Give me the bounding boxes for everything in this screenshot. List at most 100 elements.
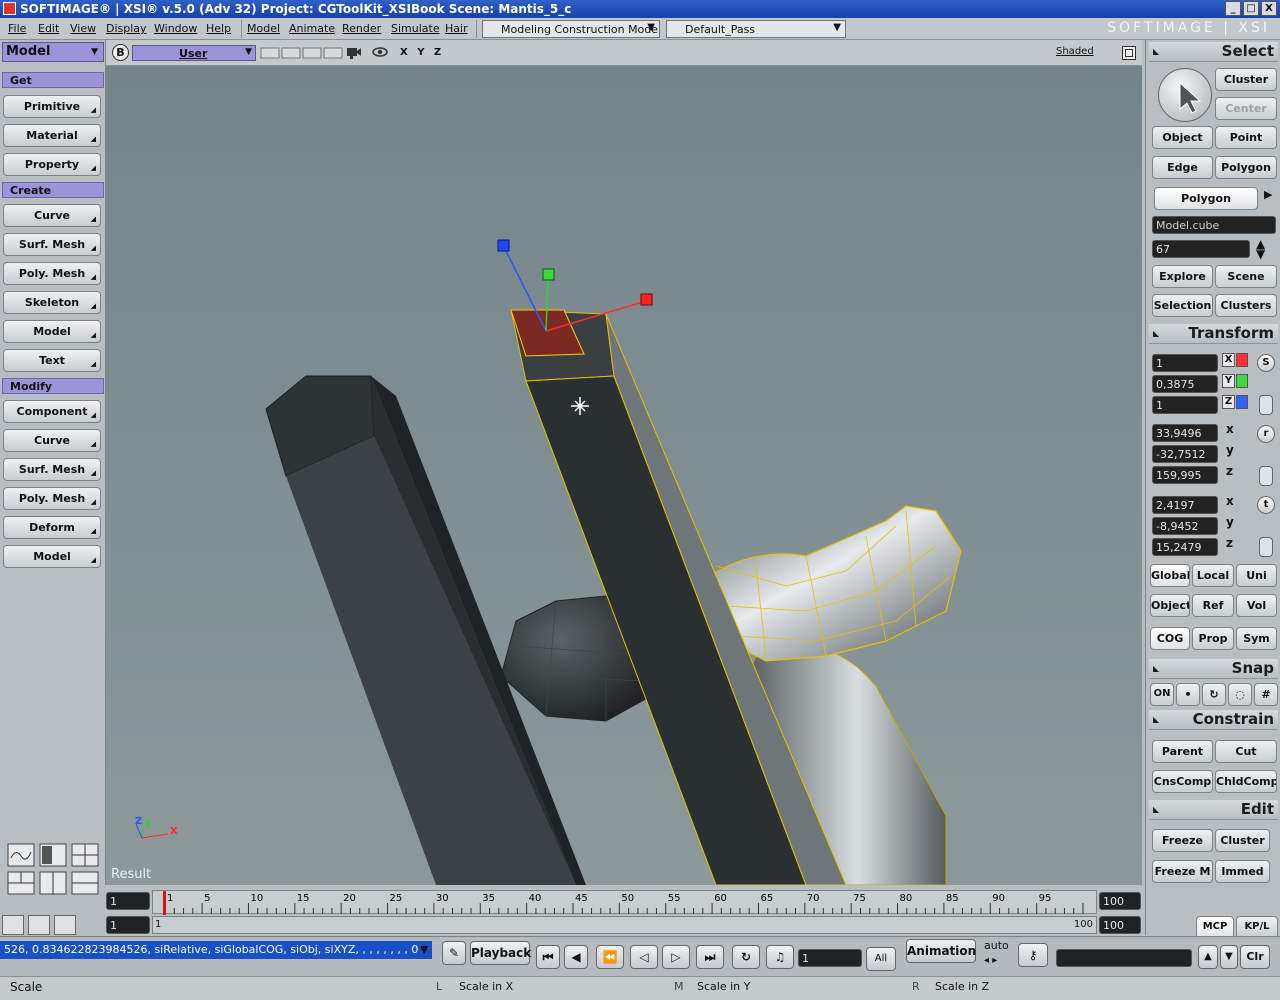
pass-dropdown[interactable]: Default_Pass ▼ — [666, 20, 846, 38]
selection-filter-button[interactable]: Polygon — [1154, 187, 1258, 210]
snap-header[interactable]: ◣ Snap — [1149, 659, 1278, 679]
3d-viewport[interactable]: Result Z Y X — [106, 66, 1142, 885]
prev-key-icon[interactable]: ◀ — [564, 945, 588, 969]
range-slider[interactable]: 1 100 — [152, 916, 1097, 934]
layers-icon[interactable] — [2, 915, 24, 935]
playhead-marker[interactable] — [163, 891, 166, 915]
clusters-button[interactable]: Clusters — [1215, 294, 1277, 317]
clear-button[interactable]: Clr — [1240, 945, 1270, 969]
timeline-end-field[interactable]: 100 — [1099, 892, 1141, 910]
key-lock-icon[interactable]: ⚷ — [1018, 943, 1048, 967]
menu-model[interactable]: Model — [247, 22, 280, 35]
snap-on-button[interactable]: ON — [1150, 683, 1174, 706]
translate-y-field[interactable]: -8,9452 — [1152, 517, 1218, 535]
menu-window[interactable]: Window — [154, 22, 197, 35]
scale-x-field[interactable]: 1 — [1152, 354, 1218, 372]
modify-component-button[interactable]: Component ◢ — [3, 400, 101, 423]
module-selector[interactable]: Model ▼ — [2, 42, 104, 62]
loop-icon[interactable]: ↻ — [732, 945, 760, 969]
immed-button[interactable]: Immed — [1215, 860, 1270, 883]
translate-mode-button[interactable]: t — [1257, 496, 1275, 514]
modify-header[interactable]: Modify — [2, 378, 104, 394]
menu-help[interactable]: Help — [206, 22, 231, 35]
modify-poly-mesh-button[interactable]: Poly. Mesh ◢ — [3, 487, 101, 510]
object-space-button[interactable]: Object — [1150, 594, 1190, 617]
scale-mode-button[interactable]: S — [1257, 354, 1275, 372]
menu-hair[interactable]: Hair — [445, 22, 468, 35]
shading-mode-dropdown[interactable]: Shaded — [1056, 46, 1094, 57]
transform-header[interactable]: ◣ Transform — [1149, 324, 1278, 344]
edit-header[interactable]: ◣ Edit — [1149, 800, 1278, 820]
rotate-mode-button[interactable]: r — [1257, 425, 1275, 443]
constrain-header[interactable]: ◣ Constrain — [1149, 710, 1278, 730]
first-frame-icon[interactable]: ⏮ — [536, 945, 560, 969]
property-button[interactable]: Property ◢ — [3, 153, 101, 176]
brush-tool-icon[interactable] — [28, 915, 50, 935]
timeline-current-field[interactable]: 1 — [106, 916, 150, 934]
snap-grid-icon[interactable]: # — [1254, 683, 1278, 706]
freeze-m-button[interactable]: Freeze M — [1152, 860, 1213, 883]
time-slider[interactable]: 1 5 10 15 20 25 30 35 40 45 50 55 60 65 70 75 80 85 90 95 — [152, 890, 1097, 915]
modify-deform-button[interactable]: Deform ◢ — [3, 516, 101, 539]
modify-surf-mesh-button[interactable]: Surf. Mesh ◢ — [3, 458, 101, 481]
selection-explorer-button[interactable]: Selection — [1152, 294, 1213, 317]
menu-animate[interactable]: Animate — [289, 22, 335, 35]
selected-object-field[interactable]: Model.cube — [1152, 216, 1276, 234]
snap-surface-icon[interactable]: ◌ — [1228, 683, 1252, 706]
prop-button[interactable]: Prop — [1192, 627, 1234, 650]
modify-model-button[interactable]: Model ◢ — [3, 545, 101, 568]
axis-constraint-toggles[interactable]: X Y Z — [400, 47, 444, 58]
select-edge-button[interactable]: Edge — [1152, 156, 1213, 179]
scale-y-field[interactable]: 0,3875 — [1152, 375, 1218, 393]
scale-x-toggle[interactable]: X — [1222, 353, 1235, 367]
create-header[interactable]: Create — [2, 182, 104, 198]
timeline-end2-field[interactable]: 100 — [1099, 916, 1141, 934]
animation-menu-button[interactable]: Animation — [906, 939, 976, 963]
translate-z-field[interactable]: 15,2479 — [1152, 538, 1218, 556]
current-frame-field[interactable]: 1 — [798, 949, 862, 967]
create-curve-button[interactable]: Curve ◢ — [3, 204, 101, 227]
create-text-button[interactable]: Text ◢ — [3, 349, 101, 372]
audio-icon[interactable]: ♫ — [766, 945, 794, 969]
translate-x-field[interactable]: 2,4197 — [1152, 496, 1218, 514]
autokey-arrows-icon[interactable]: ◂ ▸ — [984, 955, 997, 966]
rotate-y-field[interactable]: -32,7512 — [1152, 445, 1218, 463]
sym-button[interactable]: Sym — [1236, 627, 1277, 650]
ref-space-button[interactable]: Ref — [1192, 594, 1234, 617]
edit-cluster-button[interactable]: Cluster — [1215, 829, 1270, 852]
playback-menu-button[interactable]: Playback — [470, 941, 531, 965]
maximize-button[interactable]: □ — [1243, 1, 1259, 16]
key-up-icon[interactable]: ▲ — [1198, 945, 1218, 969]
global-space-button[interactable]: Global — [1150, 564, 1190, 587]
cog-button[interactable]: COG — [1150, 627, 1190, 650]
create-surf-mesh-button[interactable]: Surf. Mesh ◢ — [3, 233, 101, 256]
script-command-line[interactable]: 526, 0.834622823984526, siRelative, siGl… — [0, 941, 432, 959]
scale-z-field[interactable]: 1 — [1152, 396, 1218, 414]
scale-y-toggle[interactable]: Y — [1222, 374, 1235, 388]
timeline-start-field[interactable]: 1 — [106, 892, 150, 910]
cnscomp-button[interactable]: CnsComp — [1152, 770, 1213, 793]
cut-button[interactable]: Cut — [1215, 740, 1277, 763]
scale-lock-icon[interactable] — [1259, 395, 1273, 415]
menu-simulate[interactable]: Simulate — [391, 22, 440, 35]
close-button[interactable]: X — [1261, 1, 1277, 16]
chldcomp-button[interactable]: ChldComp — [1215, 770, 1277, 793]
create-skeleton-button[interactable]: Skeleton ◢ — [3, 291, 101, 314]
menu-display[interactable]: Display — [106, 22, 147, 35]
minimize-button[interactable]: _ — [1225, 1, 1241, 16]
snap-point-icon[interactable]: • — [1176, 683, 1200, 706]
all-button[interactable]: All — [866, 947, 896, 971]
play-reverse-icon[interactable]: ◁ — [630, 945, 658, 969]
key-down-icon[interactable]: ▼ — [1220, 945, 1238, 969]
select-point-button[interactable]: Point — [1215, 126, 1277, 149]
camera-icon[interactable] — [346, 45, 362, 62]
menu-view[interactable]: View — [70, 22, 96, 35]
menu-file[interactable]: File — [8, 22, 26, 35]
select-cluster-button[interactable]: Cluster — [1215, 68, 1277, 91]
visibility-eye-icon[interactable] — [372, 45, 388, 62]
local-space-button[interactable]: Local — [1192, 564, 1234, 587]
select-center-button[interactable]: Center — [1215, 97, 1277, 120]
select-polygon-button[interactable]: Polygon — [1215, 156, 1277, 179]
select-object-button[interactable]: Object — [1152, 126, 1213, 149]
scale-z-toggle[interactable]: Z — [1222, 395, 1235, 409]
